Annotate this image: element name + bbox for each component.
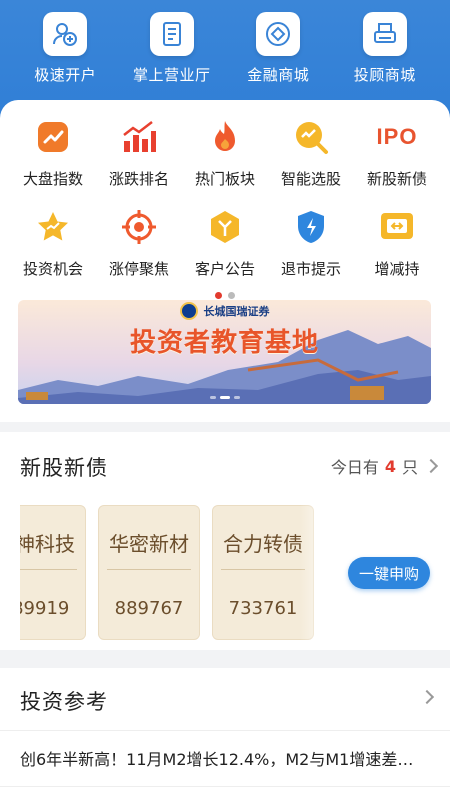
- main-card: 大盘指数 涨跌排名 热门板块 智能选股 IPO 新股新债 投资机会 涨停聚焦 客…: [0, 100, 450, 422]
- grid-item-hot-sector[interactable]: 热门板块: [184, 118, 266, 208]
- ipo-code: 733761: [228, 598, 298, 619]
- ipo-name: 雷神科技: [20, 532, 75, 556]
- divider: [0, 730, 450, 731]
- grid-label: 增减持: [374, 260, 420, 278]
- ipo-card-list[interactable]: 雷神科技 889919 华密新材 889767 合力转债 733761: [20, 505, 340, 640]
- banner-title: 投资者教育基地: [129, 328, 319, 358]
- ipo-section: 新股新债 今日有 4只 雷神科技 889919 华密新材 889767 合力转债 …: [0, 432, 450, 650]
- announcement-icon: [206, 208, 244, 246]
- ipo-code: 889767: [114, 598, 184, 619]
- grid-label: 投资机会: [22, 260, 83, 278]
- grid-item-market-index[interactable]: 大盘指数: [12, 118, 94, 208]
- grid-item-new-stock[interactable]: IPO 新股新债: [356, 118, 438, 208]
- ipo-name: 华密新材: [109, 532, 189, 556]
- grid-label: 大盘指数: [22, 170, 83, 188]
- card-divider: [221, 569, 305, 575]
- top-nav-advisor-mall[interactable]: 投顾商城: [335, 12, 435, 92]
- news-item[interactable]: 创6年半新高！11月M2增长12.4%，M2与M1增速差扩大: [20, 746, 420, 770]
- chevron-right-icon: [423, 458, 439, 474]
- top-nav-label: 金融商城: [247, 66, 310, 84]
- flame-icon: [206, 118, 244, 156]
- feature-grid: 大盘指数 涨跌排名 热门板块 智能选股 IPO 新股新债 投资机会 涨停聚焦 客…: [0, 118, 450, 298]
- banner-indicator: [18, 396, 431, 399]
- banner-dot: [233, 396, 240, 399]
- cards-fade: [300, 505, 340, 640]
- ipo-card[interactable]: 华密新材 889767: [98, 505, 200, 640]
- today-count: 4: [384, 456, 396, 476]
- page-dot: [228, 292, 235, 299]
- grid-item-announcement[interactable]: 客户公告: [184, 208, 266, 298]
- top-nav-label: 投顾商城: [353, 66, 416, 84]
- top-nav: 极速开户 掌上营业厅 金融商城 投顾商城: [0, 12, 450, 92]
- today-suffix: 只: [401, 458, 418, 477]
- today-prefix: 今日有: [330, 458, 379, 477]
- divider: [0, 786, 450, 787]
- one-click-apply-button[interactable]: 一键申购: [348, 557, 430, 589]
- top-nav-label: 掌上营业厅: [132, 66, 211, 84]
- grid-item-smart-pick[interactable]: 智能选股: [270, 118, 352, 208]
- banner[interactable]: 长城国瑞证券 投资者教育基地: [18, 300, 431, 404]
- ipo-code: 889919: [20, 598, 70, 619]
- document-icon: [149, 12, 194, 56]
- grid-item-delisting[interactable]: 退市提示: [270, 208, 352, 298]
- brand-logo-icon: [179, 302, 198, 320]
- top-nav-finance-mall[interactable]: 金融商城: [228, 12, 328, 92]
- grid-row: 大盘指数 涨跌排名 热门板块 智能选股 IPO 新股新债: [0, 118, 450, 208]
- today-count-link[interactable]: 今日有 4 只: [330, 454, 439, 478]
- ipo-card[interactable]: 雷神科技 889919: [20, 505, 86, 640]
- grid-label: 退市提示: [280, 260, 341, 278]
- banner-dot: [209, 396, 216, 399]
- grid-label: 涨停聚焦: [108, 260, 169, 278]
- grid-label: 热门板块: [194, 170, 255, 188]
- grid-label: 智能选股: [280, 170, 341, 188]
- card-divider: [107, 569, 191, 575]
- grid-label: 客户公告: [194, 260, 255, 278]
- banner-dot-active: [219, 396, 230, 399]
- grid-item-limit-up[interactable]: 涨停聚焦: [98, 208, 180, 298]
- page-dot-active: [215, 292, 222, 299]
- grid-label: 新股新债: [366, 170, 427, 188]
- banner-brand: 长城国瑞证券: [18, 302, 431, 320]
- target-icon: [120, 208, 158, 246]
- chevron-right-icon[interactable]: [419, 689, 435, 705]
- grid-page-indicator: [0, 292, 450, 299]
- brand-name: 长城国瑞证券: [203, 305, 270, 318]
- section-title: 投资参考: [20, 690, 108, 714]
- bar-chart-icon: [120, 118, 158, 156]
- shield-icon: [292, 208, 330, 246]
- top-nav-open-account[interactable]: 极速开户: [15, 12, 115, 92]
- grid-item-rank[interactable]: 涨跌排名: [98, 118, 180, 208]
- card-divider: [20, 569, 77, 575]
- ipo-card[interactable]: 合力转债 733761: [212, 505, 314, 640]
- grid-item-opportunity[interactable]: 投资机会: [12, 208, 94, 298]
- research-section: 投资参考 创6年半新高！11月M2增长12.4%，M2与M1增速差扩大: [0, 668, 450, 800]
- top-nav-label: 极速开户: [34, 66, 97, 84]
- grid-label: 涨跌排名: [108, 170, 169, 188]
- transfer-icon: [378, 208, 416, 246]
- user-add-icon: [43, 12, 88, 56]
- top-nav-mobile-office[interactable]: 掌上营业厅: [122, 12, 222, 92]
- smart-search-icon: [292, 118, 330, 156]
- grid-item-holding-change[interactable]: 增减持: [356, 208, 438, 298]
- star-icon: [34, 208, 72, 246]
- printer-icon: [362, 12, 407, 56]
- trend-up-icon: [34, 118, 72, 156]
- grid-row: 投资机会 涨停聚焦 客户公告 退市提示 增减持: [0, 208, 450, 298]
- diamond-icon: [256, 12, 301, 56]
- section-title: 新股新债: [20, 456, 108, 480]
- ipo-name: 合力转债: [223, 532, 303, 556]
- ipo-icon: IPO: [376, 124, 418, 149]
